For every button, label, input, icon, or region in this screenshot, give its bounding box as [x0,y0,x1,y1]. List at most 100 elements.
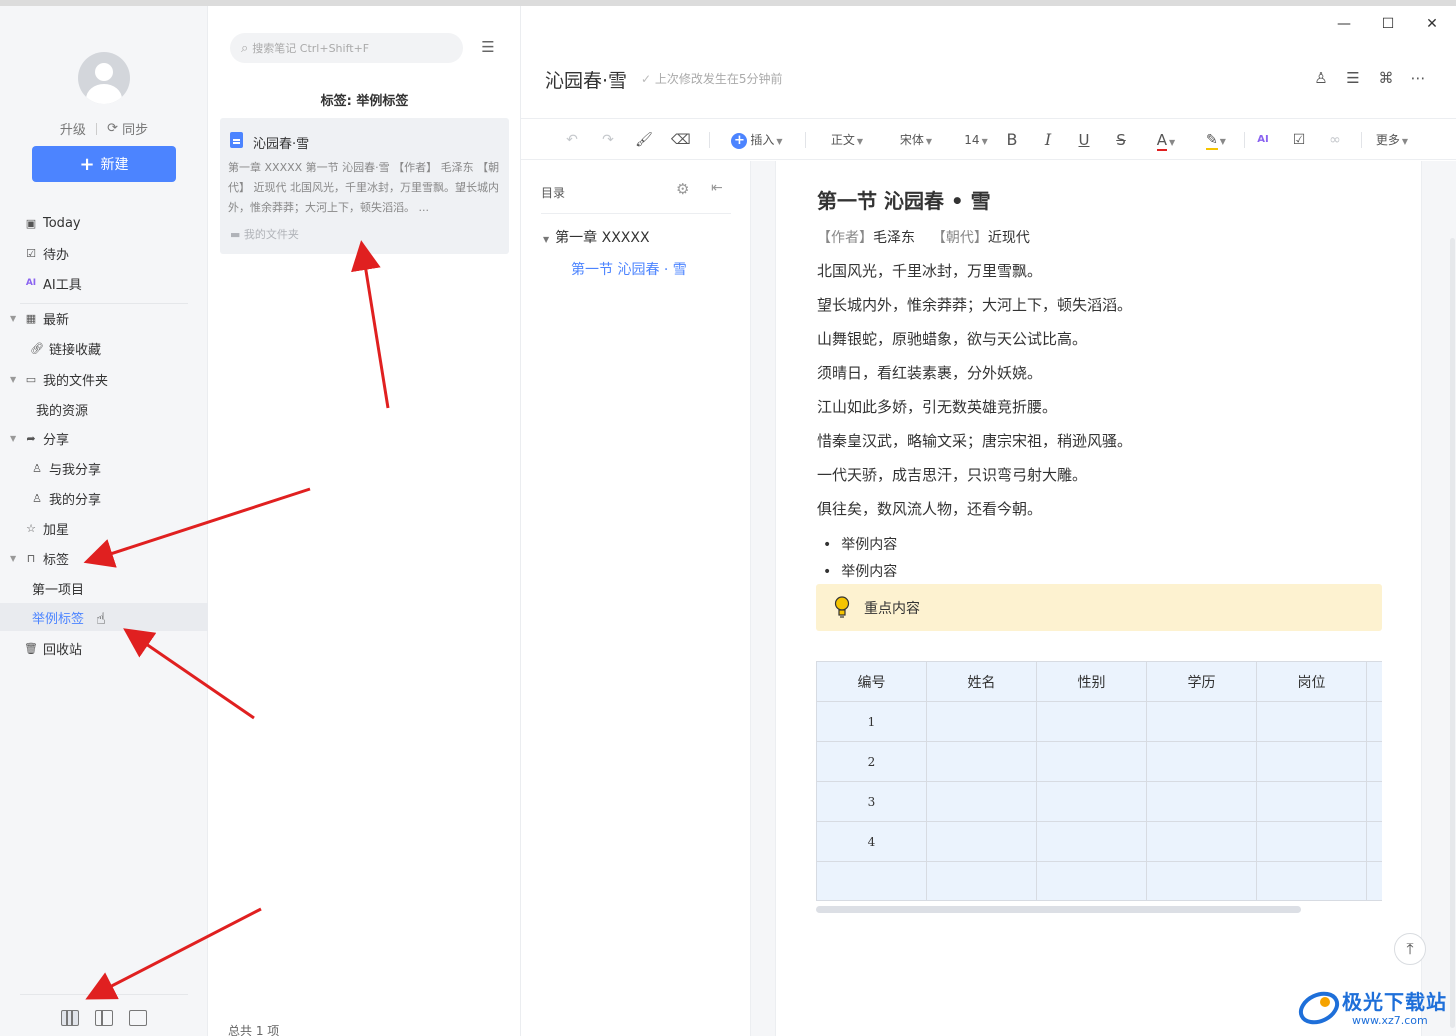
table-cell[interactable] [1366,821,1382,862]
font-family-select[interactable]: 宋体 ▼ [896,129,936,151]
search-input[interactable] [252,41,453,55]
format-painter-icon[interactable]: 🖌︎ [635,129,653,151]
document-page[interactable]: 第一节 沁园春 • 雪 【作者】毛泽东 【朝代】近现代 北国风光，千里冰封，万里… [775,161,1422,1036]
caret-down-icon[interactable]: ▼ [10,375,16,384]
sidebar-item-my-resources[interactable]: 我的资源 [0,395,208,423]
sidebar-item-link-favorites[interactable]: 🔗︎ 链接收藏 [0,334,208,362]
verse-line[interactable]: 一代天骄，成吉思汗，只识弯弓射大雕。 [817,464,1087,485]
close-icon[interactable]: ✕ [1422,14,1442,34]
table-cell[interactable] [1256,861,1367,900]
link-icon[interactable]: ∞ [1326,129,1344,151]
table-header-cell[interactable]: 性别 [1036,661,1147,702]
sidebar-item-tags[interactable]: ▼ ⊓ 标签 [0,544,208,572]
sidebar-item-my-folder[interactable]: ▼ ▭ 我的文件夹 [0,365,208,393]
sidebar-item-today[interactable]: ▣ Today [0,209,208,237]
table-cell[interactable] [1146,781,1257,822]
sync-icon[interactable]: ⟳ [107,121,118,136]
settings-gear-icon[interactable]: ⚙ [676,180,689,198]
italic-button[interactable]: I [1039,129,1057,151]
insert-button[interactable]: + 插入 ▼ [727,129,787,151]
verse-line[interactable]: 北国风光，千里冰封，万里雪飘。 [817,260,1042,281]
strikethrough-button[interactable]: S [1112,129,1130,151]
table-cell[interactable] [926,741,1037,782]
sidebar-item-share[interactable]: ▼ ➦ 分享 [0,424,208,452]
underline-button[interactable]: U [1075,129,1093,151]
table-cell[interactable]: 1 [816,701,927,742]
table-header-cell[interactable]: 姓名 [926,661,1037,702]
table-cell[interactable] [1036,861,1147,900]
sidebar-item-shared-with-me[interactable]: ♙ 与我分享 [0,454,208,482]
sidebar-item-my-shares[interactable]: ♙ 我的分享 [0,484,208,512]
table-cell[interactable] [1256,821,1367,862]
data-table[interactable]: 编号 姓名 性别 学历 岗位 1 2 3 4 [816,661,1382,901]
single-column-view-icon[interactable] [129,1010,147,1026]
eraser-icon[interactable]: ⌫ [671,129,691,151]
table-header-cell[interactable] [1366,661,1382,702]
table-header-cell[interactable]: 岗位 [1256,661,1367,702]
table-cell[interactable] [1146,861,1257,900]
caret-down-icon[interactable]: ▼ [10,434,16,443]
table-cell[interactable] [1256,741,1367,782]
ai-writing-icon[interactable]: AI [1254,129,1272,151]
table-cell[interactable] [1146,821,1257,862]
search-box[interactable]: ⌕ [230,33,463,63]
table-cell[interactable] [1036,701,1147,742]
table-cell[interactable] [926,821,1037,862]
caret-down-icon[interactable]: ▼ [10,554,16,563]
sidebar-item-todo[interactable]: ☑ 待办 [0,239,208,267]
table-cell[interactable] [1036,821,1147,862]
table-cell[interactable] [1366,781,1382,822]
back-to-top-icon[interactable]: ⤒ [1394,933,1426,965]
more-button[interactable]: 更多 ▼ [1372,129,1412,151]
find-icon[interactable]: ☰ [1343,68,1363,88]
verse-line[interactable]: 山舞银蛇，原驰蜡象，欲与天公试比高。 [817,328,1087,349]
meta-line[interactable]: 【作者】毛泽东 【朝代】近现代 [817,227,1030,247]
note-card[interactable]: 沁园春·雪 第一章 XXXXX 第一节 沁园春·雪 【作者】 毛泽东 【朝代】 … [220,118,509,254]
sidebar-item-starred[interactable]: ☆ 加星 [0,514,208,542]
outline-item-chapter[interactable]: ▼ 第一章 XXXXX [543,227,650,247]
verse-line[interactable]: 惜秦皇汉武，略输文采；唐宗宋祖，稍逊风骚。 [817,430,1132,451]
collapse-panel-icon[interactable]: ⇤ [711,180,723,196]
table-cell[interactable] [1036,741,1147,782]
table-cell[interactable] [1256,781,1367,822]
task-checkbox-icon[interactable]: ☑ [1290,129,1308,151]
table-cell[interactable]: 3 [816,781,927,822]
table-cell[interactable] [1366,741,1382,782]
mindmap-icon[interactable]: ⌘ [1376,68,1396,88]
collaborate-icon[interactable]: ♙ [1311,68,1331,88]
avatar[interactable] [78,52,130,104]
table-cell[interactable] [1036,781,1147,822]
verse-line[interactable]: 江山如此多娇，引无数英雄竞折腰。 [817,396,1057,417]
sort-icon[interactable]: ☰ [479,38,497,56]
outline-item-section[interactable]: 第一节 沁园春 · 雪 [571,259,687,279]
more-options-icon[interactable]: ⋯ [1408,68,1428,88]
upgrade-link[interactable]: 升级 [60,123,86,138]
maximize-icon[interactable]: ☐ [1378,14,1398,34]
document-title[interactable]: 沁园春·雪 [545,66,627,93]
caret-down-icon[interactable]: ▼ [543,235,549,244]
section-heading[interactable]: 第一节 沁园春 • 雪 [817,185,991,214]
two-column-view-icon[interactable] [95,1010,113,1026]
table-header-cell[interactable]: 学历 [1146,661,1257,702]
table-cell[interactable] [816,861,927,900]
table-cell[interactable] [1256,701,1367,742]
table-cell[interactable] [1366,701,1382,742]
table-cell[interactable] [1146,741,1257,782]
table-cell[interactable] [926,701,1037,742]
minimize-icon[interactable]: — [1334,14,1354,34]
table-header-cell[interactable]: 编号 [816,661,927,702]
highlight-callout[interactable]: 重点内容 [816,584,1382,631]
highlight-button[interactable]: ✎ ▼ [1201,129,1231,151]
table-cell[interactable]: 2 [816,741,927,782]
sidebar-item-first-project[interactable]: 第一项目 [0,574,208,602]
new-note-button[interactable]: + 新建 [32,146,176,182]
bullet-item[interactable]: 举例内容 [823,561,897,581]
sync-link[interactable]: 同步 [122,123,148,138]
redo-icon[interactable]: ↷ [599,129,617,151]
font-size-select[interactable]: 14 ▼ [962,129,990,151]
sidebar-item-trash[interactable]: 🗑︎ 回收站 [0,634,208,662]
paragraph-style-select[interactable]: 正文 ▼ [827,129,867,151]
table-horizontal-scrollbar[interactable] [816,906,1301,913]
sidebar-item-recent[interactable]: ▼ ▦ 最新 [0,304,208,332]
verse-line[interactable]: 须晴日，看红装素裹，分外妖娆。 [817,362,1042,383]
